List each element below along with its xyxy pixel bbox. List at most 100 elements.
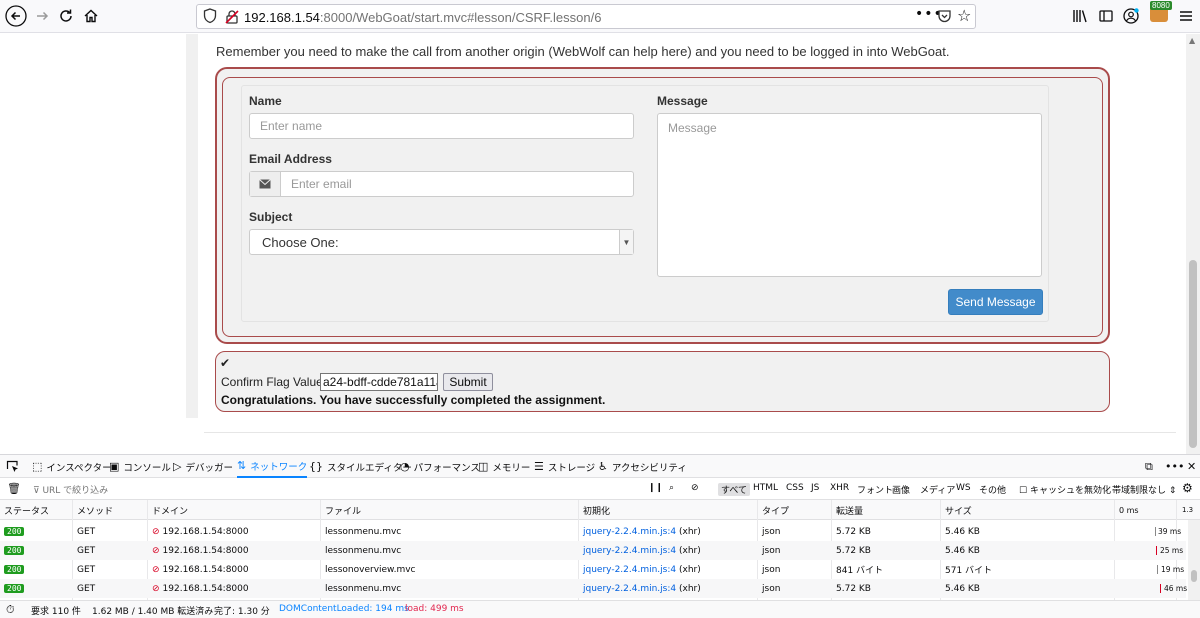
sidebar-button[interactable]	[1094, 4, 1118, 28]
page-scrollbar[interactable]: ▲	[1186, 34, 1200, 454]
extension-8080-icon[interactable]: 8080	[1150, 1, 1172, 22]
url-bar[interactable]: 192.168.1.54:8000/WebGoat/start.mvc#less…	[196, 4, 976, 29]
filter-js[interactable]: JS	[811, 483, 819, 493]
initiator-link[interactable]: jquery-2.2.4.min.js:4	[583, 546, 676, 556]
table-row[interactable]: 200 GET ⊘ 192.168.1.54:8000 lessonmenu.mv…	[0, 579, 1187, 598]
disable-cache-toggle[interactable]: ☐ キャッシュを無効化	[1019, 483, 1111, 496]
email-placeholder: Enter email	[291, 177, 352, 191]
send-message-button[interactable]: Send Message	[948, 289, 1043, 315]
row-transferred: 5.72 KB	[836, 583, 871, 594]
network-scroll-thumb[interactable]	[1191, 570, 1197, 582]
row-size: 5.46 KB	[945, 545, 980, 556]
email-input[interactable]: Enter email	[249, 171, 634, 197]
row-transferred: 5.72 KB	[836, 545, 871, 556]
memory-icon: ◫	[478, 460, 489, 473]
chevron-down-icon: ▼	[619, 230, 633, 254]
col-domain[interactable]: ドメイン	[148, 500, 188, 520]
initiator-link[interactable]: jquery-2.2.4.min.js:4	[583, 584, 676, 594]
col-file[interactable]: ファイル	[321, 500, 361, 520]
url-filter-input[interactable]: ⊽ URL で絞り込み	[33, 483, 108, 496]
initiator-link[interactable]: jquery-2.2.4.min.js:4	[583, 527, 676, 537]
col-timeline-end[interactable]: 1.3	[1178, 500, 1193, 520]
request-count: 要求 110 件	[31, 607, 81, 617]
close-devtools-button[interactable]: ✕	[1187, 455, 1196, 478]
tab-network[interactable]: ⇅ ネットワーク	[237, 455, 308, 478]
reload-button[interactable]	[54, 4, 78, 28]
filter-media[interactable]: メディア	[920, 483, 955, 496]
tab-memory[interactable]: ◫ メモリー	[478, 455, 530, 478]
row-file: lessonmenu.mvc	[325, 545, 402, 556]
filter-ws[interactable]: WS	[956, 483, 971, 493]
block-icon[interactable]: ⊘	[691, 483, 699, 493]
tab-accessibility[interactable]: ♿ アクセシビリティ	[598, 455, 687, 478]
dom-content-loaded: DOMContentLoaded: 194 ms	[279, 604, 409, 614]
col-timeline-start[interactable]: 0 ms	[1115, 500, 1139, 520]
filter-xhr[interactable]: XHR	[830, 483, 849, 493]
search-icon[interactable]: ⌕	[669, 483, 674, 493]
insecure-lock-icon[interactable]	[224, 9, 240, 28]
tab-style-editor[interactable]: {} スタイルエディター	[309, 455, 412, 478]
url-text[interactable]: 192.168.1.54:8000/WebGoat/start.mvc#less…	[244, 10, 601, 25]
tab-inspector[interactable]: ⬚ インスペクター	[32, 455, 112, 478]
menu-button[interactable]	[1174, 4, 1198, 28]
tab-console[interactable]: ▣ コンソール	[109, 455, 171, 478]
stopwatch-icon[interactable]: ⏱	[6, 603, 15, 617]
page-scroll-thumb[interactable]	[1189, 260, 1197, 448]
trash-icon[interactable]: 🗑	[7, 482, 21, 495]
insecure-lock-icon: ⊘	[152, 583, 160, 594]
row-file: lessonmenu.mvc	[325, 583, 402, 594]
network-table-header: ステータス メソッド ドメイン ファイル 初期化 タイプ 転送量 サイズ 0 m…	[0, 500, 1200, 520]
attack-container: Name Enter name Email Address Enter emai…	[215, 67, 1110, 344]
bookmark-star-icon[interactable]: ☆	[957, 6, 971, 25]
pocket-icon[interactable]	[937, 9, 952, 27]
library-button[interactable]	[1068, 4, 1092, 28]
col-initiator[interactable]: 初期化	[579, 500, 610, 520]
pause-icon[interactable]: ❙❙	[648, 483, 663, 493]
table-row[interactable]: 200 GET ⊘ 192.168.1.54:8000 lessonmenu.mv…	[0, 522, 1186, 541]
filter-fonts[interactable]: フォント	[857, 483, 893, 496]
account-button[interactable]	[1119, 4, 1143, 28]
initiator-link[interactable]: jquery-2.2.4.min.js:4	[583, 565, 676, 575]
filter-images[interactable]: 画像	[892, 483, 910, 496]
flag-submit-button[interactable]: Submit	[443, 373, 493, 391]
row-initiator-type: (xhr)	[679, 545, 701, 556]
settings-gear-icon[interactable]: ⚙	[1182, 481, 1193, 495]
tab-inspector-label: インスペクター	[46, 462, 112, 474]
row-time: 25 ms	[1160, 546, 1184, 555]
filter-other[interactable]: その他	[979, 483, 1006, 496]
forward-button[interactable]	[30, 4, 54, 28]
col-type[interactable]: タイプ	[758, 500, 789, 520]
tab-debugger[interactable]: ▷ デバッガー	[173, 455, 233, 478]
col-status[interactable]: ステータス	[0, 500, 49, 520]
devtools-menu-button[interactable]: •••	[1165, 455, 1184, 478]
network-scrollbar[interactable]	[1188, 520, 1200, 600]
col-method[interactable]: メソッド	[73, 500, 113, 520]
back-button[interactable]	[4, 4, 28, 28]
tab-storage[interactable]: ☰ ストレージ	[534, 455, 595, 478]
tab-storage-label: ストレージ	[547, 462, 596, 474]
forward-arrow-icon	[37, 11, 49, 21]
message-textarea[interactable]: Message	[657, 113, 1042, 277]
row-domain: ⊘ 192.168.1.54:8000	[152, 560, 249, 579]
dock-button[interactable]: ⧉	[1145, 455, 1153, 478]
tracking-shield-icon[interactable]	[203, 8, 217, 27]
email-label: Email Address	[249, 152, 332, 166]
disable-cache-checkbox[interactable]: ☐	[1019, 486, 1027, 496]
table-row[interactable]: 200 GET ⊘ 192.168.1.54:8000 lessonovervie…	[0, 560, 1186, 579]
table-row[interactable]: 200 GET ⊘ 192.168.1.54:8000 lessonmenu.mv…	[0, 541, 1186, 560]
tab-performance[interactable]: ◔ パフォーマンス	[400, 455, 480, 478]
row-initiator-type: (xhr)	[679, 583, 701, 594]
home-button[interactable]	[79, 4, 103, 28]
throttle-select[interactable]: 帯域制限なし ⇕	[1112, 483, 1176, 496]
filter-css[interactable]: CSS	[786, 483, 804, 493]
col-transferred[interactable]: 転送量	[832, 500, 863, 520]
filter-html[interactable]: HTML	[753, 483, 778, 493]
subject-select[interactable]: Choose One: ▼	[249, 229, 634, 255]
name-input[interactable]: Enter name	[249, 113, 634, 139]
flag-input[interactable]: a24-bdff-cdde781a11a7	[320, 373, 438, 391]
scroll-up-arrow-icon[interactable]: ▲	[1189, 36, 1195, 45]
element-picker-button[interactable]	[6, 455, 19, 478]
status-badge: 200	[4, 546, 25, 555]
col-size[interactable]: サイズ	[941, 500, 972, 520]
filter-all[interactable]: すべて	[718, 483, 751, 496]
